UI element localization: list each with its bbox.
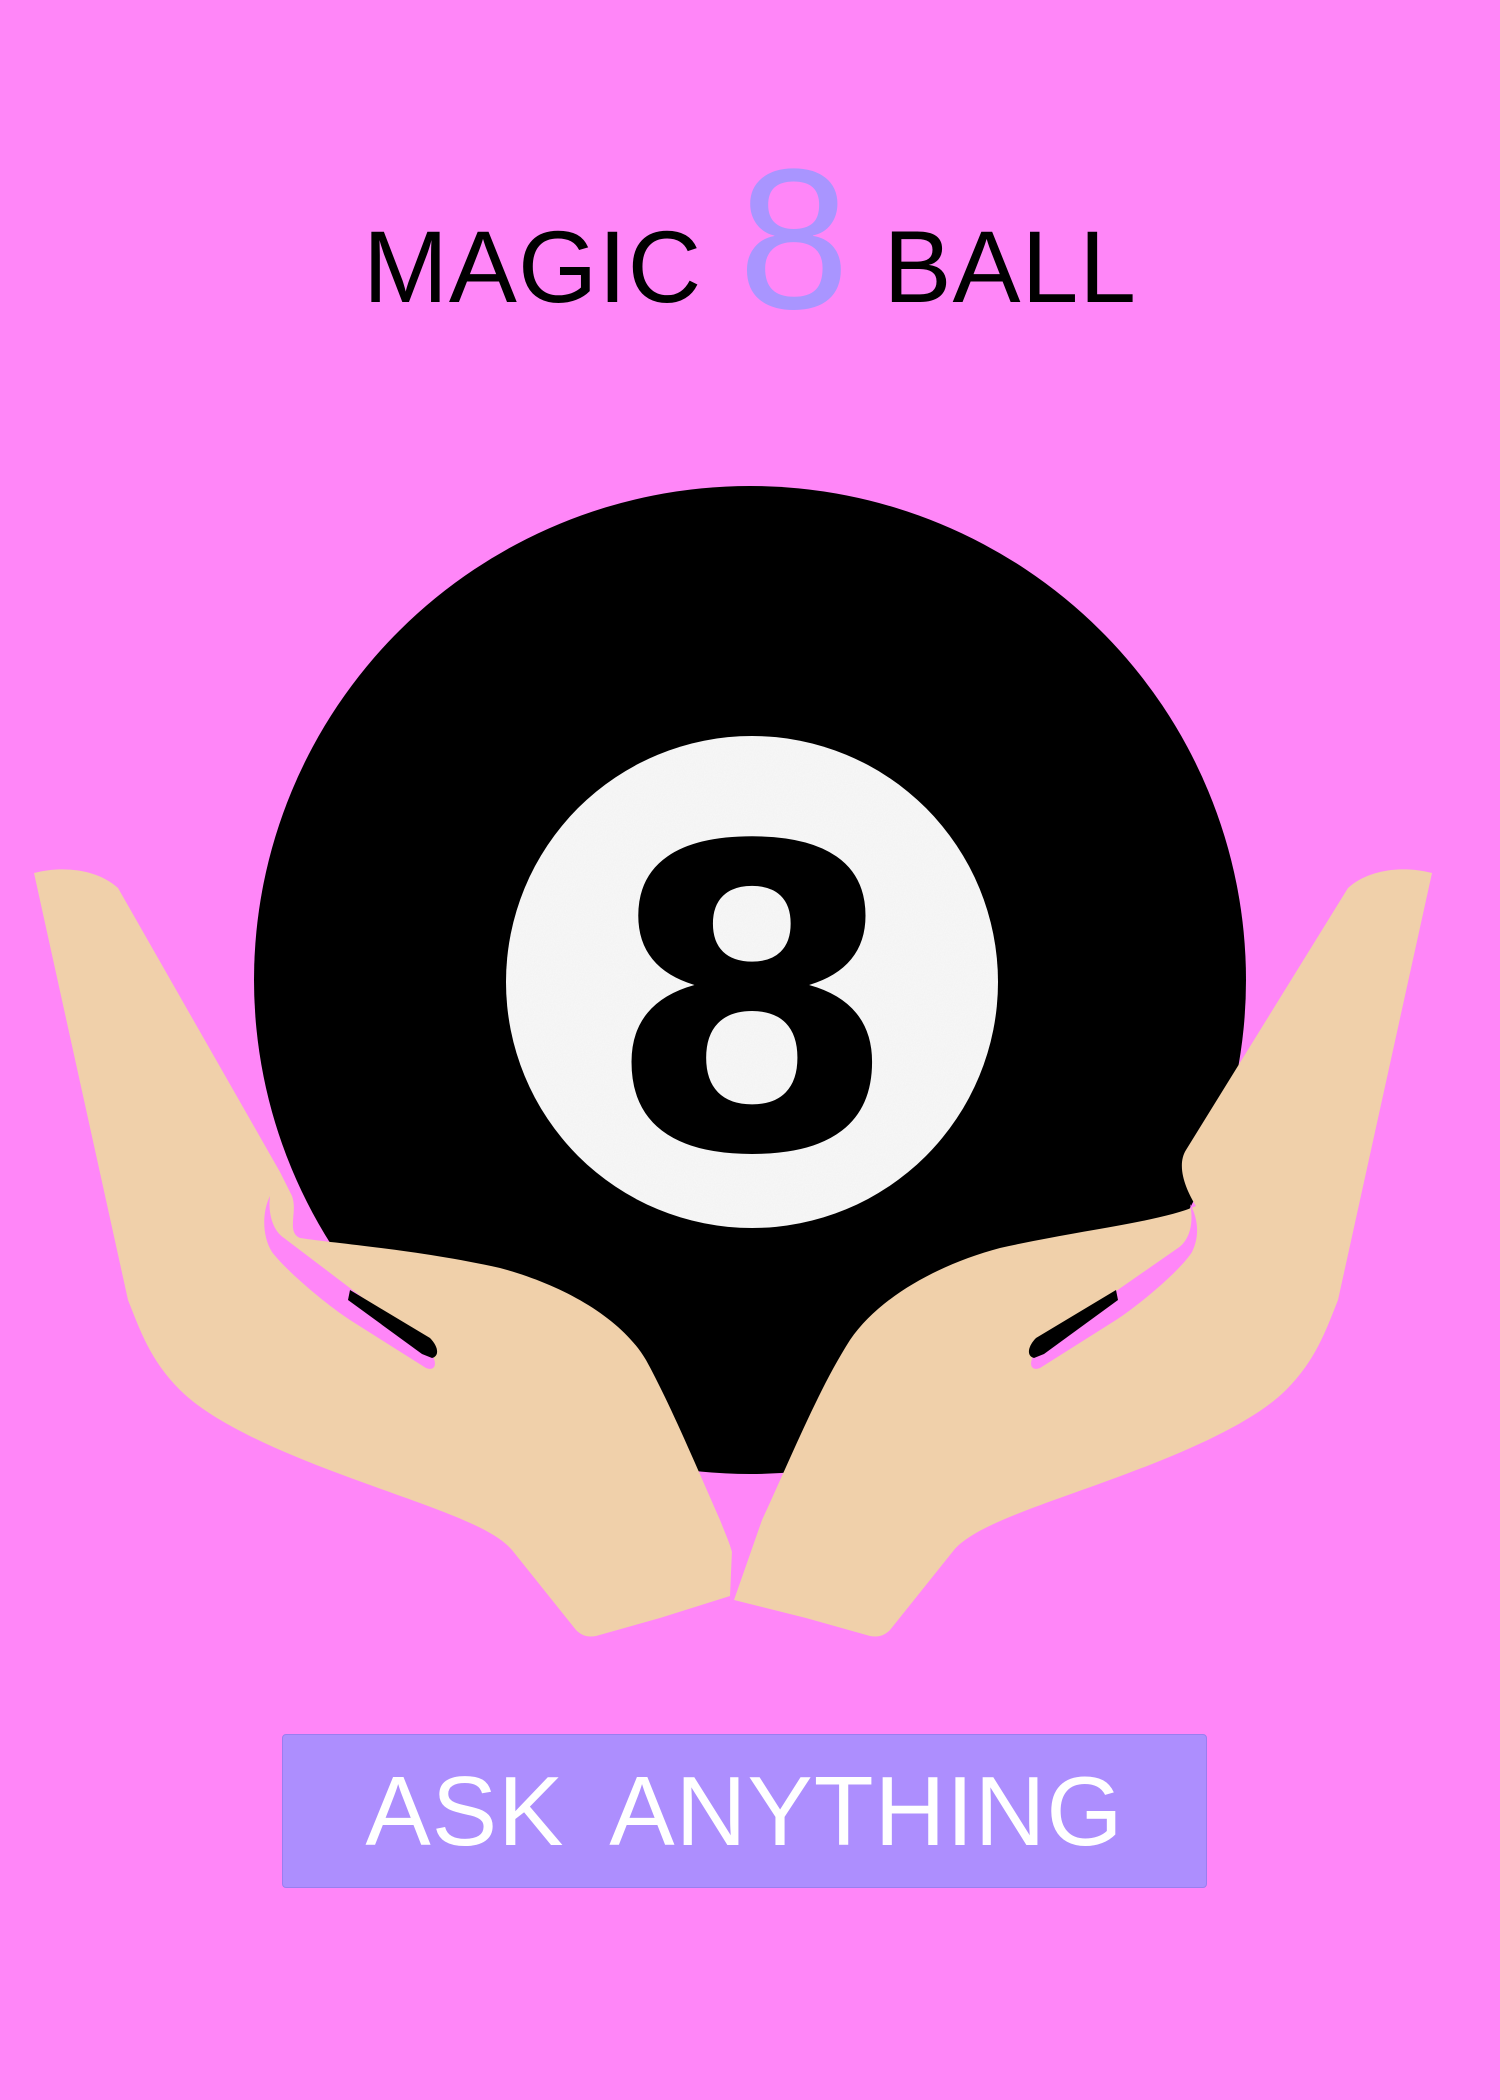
ask-anything-label: ASK ANYTHING: [365, 1756, 1124, 1866]
magic-8-ball-screen: MAGIC 8 BALL 8 ASK ANYTHING: [0, 0, 1500, 2100]
ball-number: 8: [606, 759, 898, 1248]
ask-anything-button[interactable]: ASK ANYTHING: [282, 1734, 1207, 1888]
